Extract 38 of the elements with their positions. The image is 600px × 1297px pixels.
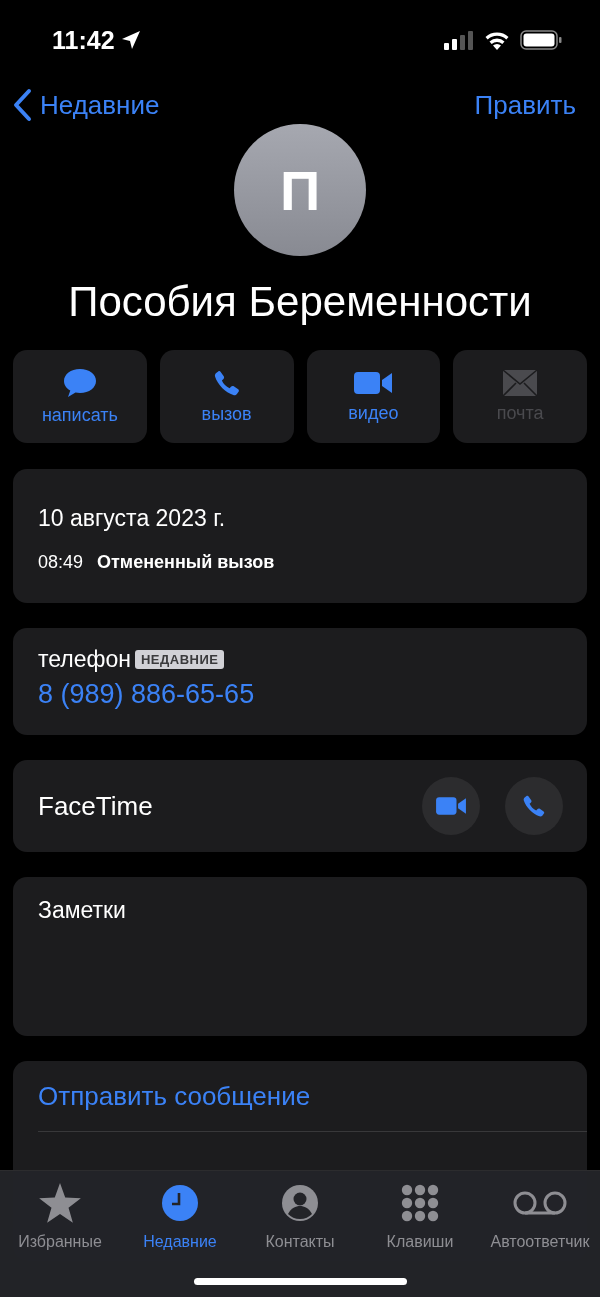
phone-icon <box>522 794 546 818</box>
wifi-icon <box>484 30 510 50</box>
tab-bar-item[interactable]: Автоответчик <box>480 1181 600 1297</box>
clock-icon <box>161 1184 199 1222</box>
phone-number[interactable]: 8 (989) 886-65-65 <box>38 679 562 710</box>
back-button[interactable]: Недавние <box>12 88 160 122</box>
message-action-button[interactable]: написать <box>13 350 147 443</box>
person-circle-icon <box>281 1184 319 1222</box>
recent-badge: НЕДАВНИЕ <box>134 650 225 669</box>
speech-bubble-icon <box>61 367 98 399</box>
facetime-label: FaceTime <box>38 790 153 822</box>
call-date: 10 августа 2023 г. <box>38 505 227 532</box>
location-arrow-icon <box>120 30 141 50</box>
notes-label: Заметки <box>38 897 126 923</box>
envelope-icon <box>502 369 539 397</box>
edit-button[interactable]: Править <box>474 89 576 121</box>
keypad-icon <box>401 1184 439 1222</box>
chevron-left-icon <box>12 88 32 122</box>
tab-bar-item[interactable]: Недавние <box>120 1181 240 1297</box>
call-time: 08:49 <box>38 552 84 573</box>
video-camera-icon <box>353 369 394 397</box>
phone-icon <box>212 368 241 398</box>
send-message-link[interactable]: Отправить сообщение <box>38 1061 587 1132</box>
star-icon <box>39 1183 81 1223</box>
tab-bar-item[interactable]: Клавиши <box>360 1181 480 1297</box>
signal-icon <box>444 30 474 50</box>
video-camera-icon <box>435 795 467 817</box>
battery-icon <box>520 30 562 50</box>
avatar: П <box>234 124 366 256</box>
video-action-button[interactable]: видео <box>306 350 441 443</box>
voicemail-icon <box>513 1190 567 1216</box>
tab-bar-item[interactable]: Контакты <box>240 1181 360 1297</box>
tab-bar-item[interactable]: Избранные <box>0 1181 120 1297</box>
phone-label: телефон <box>38 646 131 673</box>
call-status: Отмененный вызов <box>97 552 275 573</box>
call-action-button[interactable]: вызов <box>159 350 294 443</box>
contact-name: Пособия Беременности <box>67 277 533 327</box>
status-time: 11:42 <box>52 25 115 55</box>
